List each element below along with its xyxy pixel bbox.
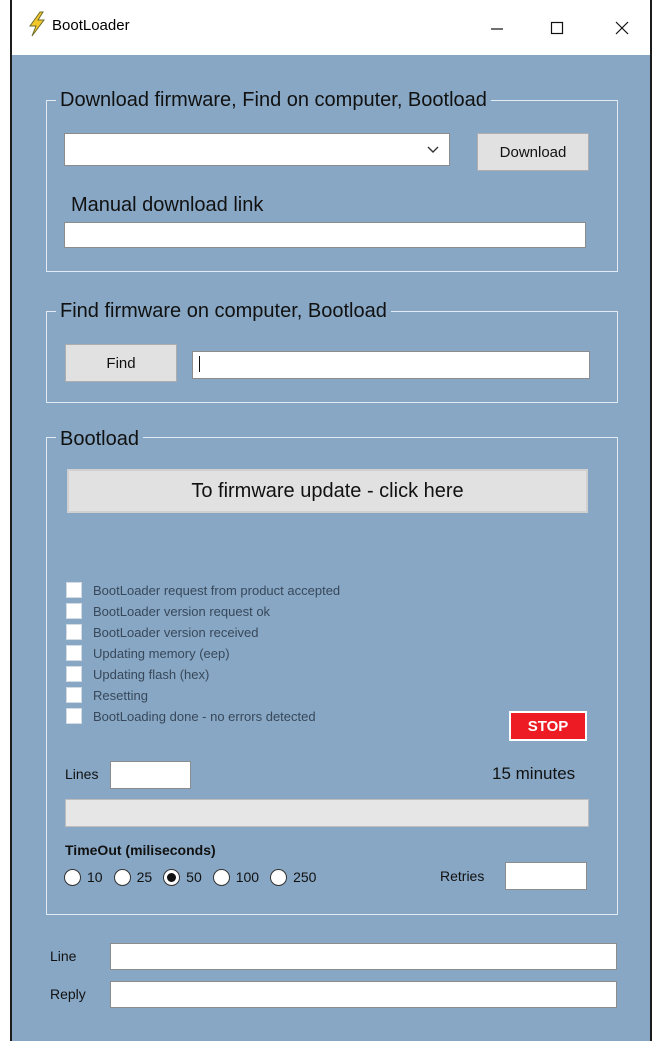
- radio-circle[interactable]: [113, 868, 131, 886]
- checkbox[interactable]: [66, 624, 82, 640]
- close-button[interactable]: [592, 0, 652, 55]
- reply-input[interactable]: [110, 981, 617, 1008]
- line-input[interactable]: [110, 943, 617, 970]
- lines-input[interactable]: [110, 761, 191, 789]
- chevron-down-icon: [427, 142, 439, 160]
- timeout-radio-25[interactable]: 25: [113, 868, 153, 886]
- retries-input[interactable]: [505, 862, 587, 890]
- checklist-item[interactable]: BootLoader request from product accepted: [66, 580, 340, 600]
- checklist-item-label: BootLoader version request ok: [93, 603, 271, 619]
- find-button[interactable]: Find: [65, 344, 177, 382]
- radio-label: 250: [293, 869, 317, 885]
- radio-circle[interactable]: [64, 868, 81, 886]
- timeout-radio-group: 10 25 50 100 250: [64, 866, 327, 888]
- radio-label: 50: [186, 869, 202, 885]
- lines-label: Lines: [65, 766, 99, 782]
- lightning-icon: [26, 11, 48, 37]
- checklist-item[interactable]: BootLoader version received: [66, 622, 259, 642]
- find-group-legend: Find firmware on computer, Bootload: [56, 299, 391, 323]
- checklist-item-label: BootLoader request from product accepted: [93, 582, 341, 598]
- timeout-radio-100[interactable]: 100: [212, 868, 260, 886]
- checkbox[interactable]: [66, 582, 82, 598]
- checkbox[interactable]: [66, 645, 82, 661]
- checklist-item[interactable]: BootLoading done - no errors detected: [66, 706, 316, 726]
- timeout-radio-10[interactable]: 10: [64, 868, 103, 886]
- checkbox[interactable]: [66, 708, 82, 724]
- timeout-label: TimeOut (miliseconds): [65, 842, 216, 858]
- checklist-item-label: Resetting: [93, 687, 148, 703]
- bootloader-window: BootLoader Download firmware, Find on co…: [10, 0, 652, 1041]
- radio-label: 100: [235, 869, 260, 885]
- radio-circle[interactable]: [212, 868, 230, 886]
- text-caret: [199, 356, 200, 372]
- checklist-item-label: Updating flash (hex): [93, 666, 210, 682]
- timeout-radio-50[interactable]: 50: [163, 868, 202, 886]
- maximize-button[interactable]: [527, 0, 587, 55]
- checklist-item[interactable]: BootLoader version request ok: [66, 601, 270, 621]
- line-label: Line: [50, 948, 77, 964]
- maximize-icon: [550, 21, 564, 35]
- manual-link-label: Manual download link: [71, 194, 264, 216]
- checklist-item-label: BootLoading done - no errors detected: [93, 708, 316, 724]
- firmware-update-button[interactable]: To firmware update - click here: [67, 469, 588, 513]
- download-button[interactable]: Download: [477, 133, 589, 171]
- bootload-progress-bar: [65, 799, 589, 827]
- reply-label: Reply: [50, 986, 86, 1002]
- checklist-item[interactable]: Updating flash (hex): [66, 664, 209, 684]
- duration-text: 15 minutes: [492, 764, 576, 783]
- timeout-radio-250[interactable]: 250: [270, 868, 317, 886]
- radio-circle[interactable]: [270, 868, 288, 886]
- minimize-button[interactable]: [467, 0, 527, 55]
- title-bar: BootLoader: [12, 0, 650, 55]
- bootload-group-legend: Bootload: [56, 427, 143, 451]
- stop-button[interactable]: STOP: [509, 711, 587, 741]
- checklist-item-label: BootLoader version received: [93, 624, 259, 640]
- radio-circle[interactable]: [163, 868, 181, 886]
- checkbox[interactable]: [66, 687, 82, 703]
- download-group-legend: Download firmware, Find on computer, Boo…: [56, 88, 491, 112]
- window-title: BootLoader: [52, 17, 130, 34]
- checkbox[interactable]: [66, 603, 82, 619]
- retries-label: Retries: [440, 868, 485, 884]
- radio-label: 10: [87, 869, 103, 885]
- manual-link-input[interactable]: [64, 222, 586, 248]
- checkbox[interactable]: [66, 666, 82, 682]
- close-icon: [615, 21, 629, 35]
- firmware-select[interactable]: [64, 133, 450, 166]
- minimize-icon: [490, 21, 504, 35]
- checklist-item[interactable]: Resetting: [66, 685, 148, 705]
- firmware-path-input[interactable]: [192, 351, 590, 379]
- radio-selected-dot: [167, 872, 177, 882]
- checklist-item[interactable]: Updating memory (eep): [66, 643, 230, 663]
- checklist-item-label: Updating memory (eep): [93, 645, 230, 661]
- radio-label: 25: [136, 869, 153, 885]
